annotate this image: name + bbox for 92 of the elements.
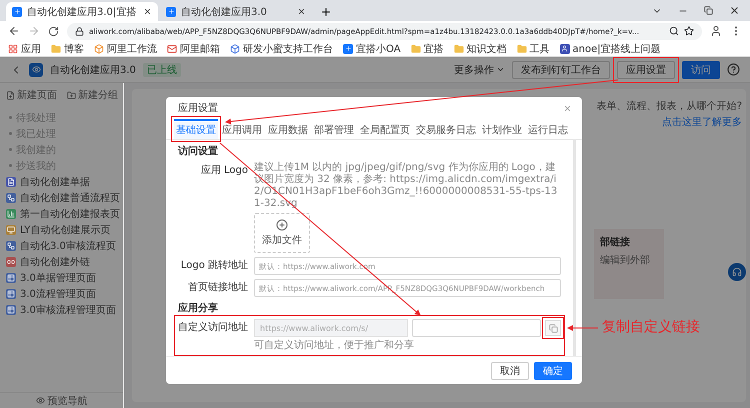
reload-icon[interactable]	[48, 26, 59, 36]
section-heading: 应用分享	[178, 301, 219, 315]
field-label: 自定义访问地址	[178, 320, 248, 335]
help-icon[interactable]	[727, 63, 740, 76]
section-heading: 访问设置	[178, 144, 219, 158]
profile-icon[interactable]	[710, 25, 722, 37]
browser-tab[interactable]: 自动化创建应用3.0|宜搭	[6, 2, 158, 21]
bookmark-link[interactable]: 阿里工作流	[107, 42, 157, 56]
app-title: 自动化创建应用3.0	[50, 64, 136, 76]
card-title: 部链接	[600, 236, 631, 249]
dialog-tab[interactable]: 基础设置	[174, 119, 218, 139]
bullet-icon	[9, 132, 12, 135]
sidebar-item[interactable]: LY自动化创建展示页	[20, 222, 110, 236]
dialog-tab[interactable]: 应用调用	[220, 119, 264, 139]
close-icon[interactable]	[297, 7, 306, 16]
dialog-title: 应用设置	[178, 102, 218, 115]
dialog-tab[interactable]: 应用数据	[266, 119, 310, 139]
sidebar-item[interactable]: 3.0审核流程管理页面	[20, 302, 116, 316]
new-tab-icon[interactable]	[320, 6, 332, 18]
headset-icon	[732, 267, 742, 277]
cancel-button[interactable]: 取消	[491, 362, 529, 380]
visit-button[interactable]: 访问	[682, 60, 720, 78]
field-label: 应用 Logo	[200, 164, 248, 178]
copy-icon	[548, 324, 558, 332]
dialog-tab[interactable]: 交易服务日志	[414, 119, 478, 139]
add-icon	[276, 219, 288, 231]
sidebar-item[interactable]: 3.0流程管理页面	[20, 286, 96, 300]
site-logo-icon	[166, 6, 176, 16]
bookmark-link[interactable]: anoe|宜搭线上问题	[572, 42, 661, 56]
copy-button[interactable]	[545, 320, 561, 336]
bookmark-link[interactable]: 博客	[64, 42, 84, 56]
sidebar-action[interactable]: 新建页面	[6, 88, 57, 102]
ok-button[interactable]: 确定	[534, 362, 572, 380]
hint-text: 表单、流程、报表，从哪个开始?	[596, 100, 742, 113]
star-icon[interactable]	[684, 26, 694, 36]
bookmark-link[interactable]: 阿里邮箱	[180, 42, 220, 56]
bookmark-link[interactable]: 知识文档	[466, 42, 507, 56]
publish-button[interactable]: 发布到钉钉工作台	[512, 60, 610, 78]
upload-label: 添加文件	[262, 234, 302, 247]
restore-icon[interactable]	[704, 6, 713, 15]
url-prefix-field: https://www.aliwork.com/s/	[254, 319, 408, 337]
upload-area[interactable]: 添加文件	[254, 213, 310, 253]
caret-icon	[496, 65, 505, 74]
preview-nav-button[interactable]: 预览导航	[0, 392, 123, 408]
back-icon[interactable]	[8, 25, 20, 37]
app-settings-button[interactable]: 应用设置	[617, 60, 675, 78]
field-label: 首页链接地址	[187, 280, 248, 295]
bookmark-link[interactable]: 宜搭小OA	[356, 42, 401, 56]
folder-icon	[454, 44, 464, 54]
search-icon[interactable]	[669, 26, 679, 36]
card-text: 编辑到外部	[600, 254, 651, 267]
eye-icon	[32, 65, 40, 74]
folder-icon	[516, 44, 527, 54]
bullet-icon	[9, 164, 12, 167]
sidebar-item[interactable]: 自动化创建外链	[20, 254, 90, 268]
eye-icon	[36, 396, 44, 405]
learn-more-link[interactable]: 点击这里了解更多	[662, 115, 742, 129]
dialog-tab[interactable]: 计划作业	[480, 119, 524, 139]
highlight-frame	[171, 116, 221, 142]
more-actions-dropdown[interactable]: 更多操作	[454, 62, 505, 76]
bookmark-link[interactable]: 研发小蜜支持工作台	[243, 42, 333, 56]
bookmark-link[interactable]: 宜搭	[424, 42, 444, 56]
dialog-tab[interactable]: 部署管理	[312, 119, 356, 139]
sidebar-item[interactable]: 自动化创建单据	[20, 174, 90, 188]
help-text: 可自定义访问地址，便于推广和分享	[254, 340, 415, 352]
dialog-tab[interactable]: 运行日志	[526, 119, 570, 139]
close-icon[interactable]	[143, 7, 152, 16]
sidebar-action[interactable]: 新建分组	[67, 88, 118, 102]
highlight-frame	[613, 56, 679, 82]
input-field[interactable]	[412, 319, 541, 337]
sidebar-item[interactable]: 第一自动化创建报表页	[20, 206, 120, 220]
sidebar-item[interactable]: 自动化3.0审核流程页	[20, 238, 116, 252]
lock-icon	[75, 26, 84, 36]
site-logo-icon	[12, 6, 22, 16]
bookmark-link[interactable]: 应用	[21, 42, 41, 56]
field-label: Logo 跳转地址	[180, 258, 248, 273]
dialog-tab[interactable]: 全局配置页	[358, 119, 412, 139]
new-page-icon	[6, 90, 15, 100]
annotation-arrow	[567, 325, 598, 331]
folder-icon	[51, 44, 61, 54]
sidebar-item[interactable]: 3.0单据管理页面	[20, 270, 96, 284]
apps-grid-icon	[8, 44, 18, 54]
status-tag: 已上线	[142, 62, 181, 76]
folder-icon	[410, 44, 421, 54]
new-folder-icon	[67, 90, 76, 100]
browser-tab[interactable]: 自动化创建应用3.0	[160, 2, 312, 21]
bookmark-link[interactable]: 工具	[530, 42, 550, 56]
bullet-icon	[9, 148, 12, 151]
sidebar-item[interactable]: 自动化创建普通流程页	[20, 190, 120, 204]
annotation-text: 复制自定义链接	[602, 318, 700, 336]
bullet-icon	[9, 116, 12, 119]
close-icon[interactable]	[729, 5, 740, 16]
